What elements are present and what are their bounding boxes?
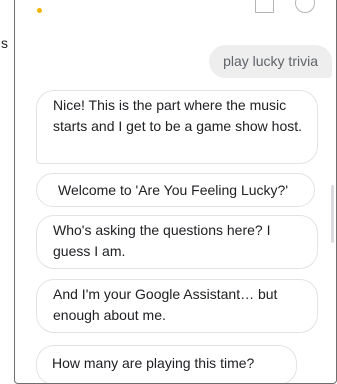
user-message-bubble: play lucky trivia <box>209 45 332 78</box>
scrollbar[interactable] <box>331 185 334 243</box>
assistant-message-5: How many are playing this time? <box>36 345 297 383</box>
explore-icon[interactable] <box>295 0 315 13</box>
assistant-message-3: Who's asking the questions here? I guess… <box>36 215 318 269</box>
assistant-message-4: And I'm your Google Assistant… but enoug… <box>36 279 318 333</box>
assistant-message-1: Nice! This is the part where the music s… <box>36 90 318 164</box>
keyboard-icon[interactable] <box>255 0 274 13</box>
cropped-text: s <box>1 35 8 51</box>
assistant-screen: play lucky trivia Nice! This is the part… <box>14 0 337 384</box>
assistant-message-2: Welcome to 'Are You Feeling Lucky?' <box>36 173 315 207</box>
status-dot-icon <box>37 8 42 13</box>
